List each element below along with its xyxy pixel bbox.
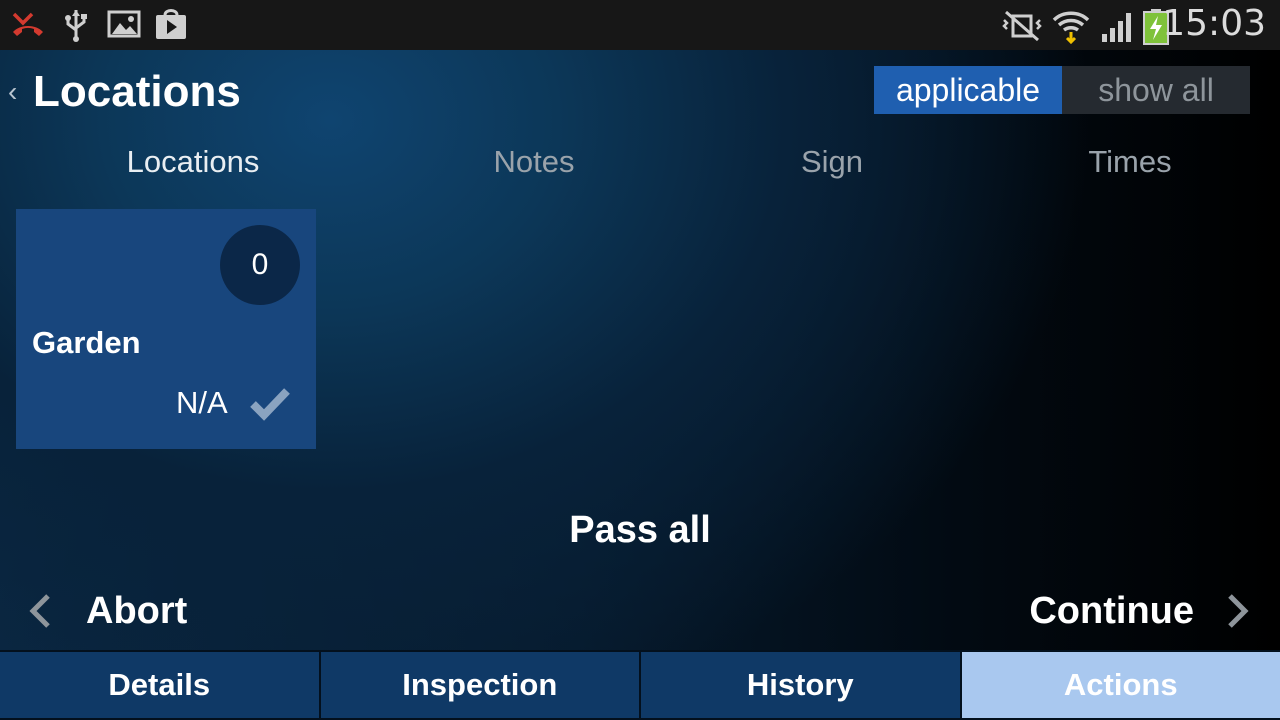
nav-actions[interactable]: Actions bbox=[961, 652, 1280, 718]
page-title[interactable]: Locations bbox=[33, 64, 241, 120]
nav-inspection[interactable]: Inspection bbox=[320, 652, 641, 718]
nav-details[interactable]: Details bbox=[0, 652, 321, 718]
filter-show-all-button[interactable]: show all bbox=[1062, 66, 1250, 114]
filter-applicable-button[interactable]: applicable bbox=[874, 66, 1062, 114]
location-tile-garden[interactable]: 0 Garden N/A bbox=[16, 209, 316, 449]
signal-icon bbox=[1102, 13, 1131, 42]
location-status: N/A bbox=[176, 385, 228, 420]
missed-call-icon bbox=[12, 12, 43, 36]
play-store-icon bbox=[156, 9, 186, 39]
back-chevron-icon[interactable]: ‹ bbox=[8, 76, 17, 108]
status-bar: 15:03 bbox=[0, 0, 1280, 50]
bottom-nav: Details Inspection History Actions bbox=[0, 650, 1280, 720]
abort-button[interactable]: Abort bbox=[86, 586, 187, 636]
count-badge: 0 bbox=[220, 225, 300, 305]
usb-icon bbox=[65, 10, 87, 42]
nav-history[interactable]: History bbox=[641, 652, 962, 718]
tab-times[interactable]: Times bbox=[980, 140, 1280, 184]
filter-toggle: applicable show all bbox=[874, 66, 1250, 114]
continue-button[interactable]: Continue bbox=[1029, 586, 1194, 636]
chevron-left-icon[interactable] bbox=[28, 593, 52, 629]
wifi-icon bbox=[1052, 11, 1090, 44]
pass-all-button[interactable]: Pass all bbox=[0, 505, 1280, 555]
tab-notes[interactable]: Notes bbox=[384, 140, 684, 184]
tab-sign[interactable]: Sign bbox=[682, 140, 982, 184]
main-content: ‹ Locations applicable show all Location… bbox=[0, 50, 1280, 650]
check-icon[interactable] bbox=[250, 387, 290, 421]
chevron-right-icon[interactable] bbox=[1226, 593, 1250, 629]
location-name: Garden bbox=[32, 325, 141, 360]
vibrate-mute-icon bbox=[1002, 10, 1042, 42]
tab-bar: Locations Notes Sign Times bbox=[0, 140, 1280, 184]
tab-locations[interactable]: Locations bbox=[43, 140, 343, 184]
gallery-icon bbox=[107, 10, 141, 38]
clock: 15:03 bbox=[1162, 3, 1266, 44]
